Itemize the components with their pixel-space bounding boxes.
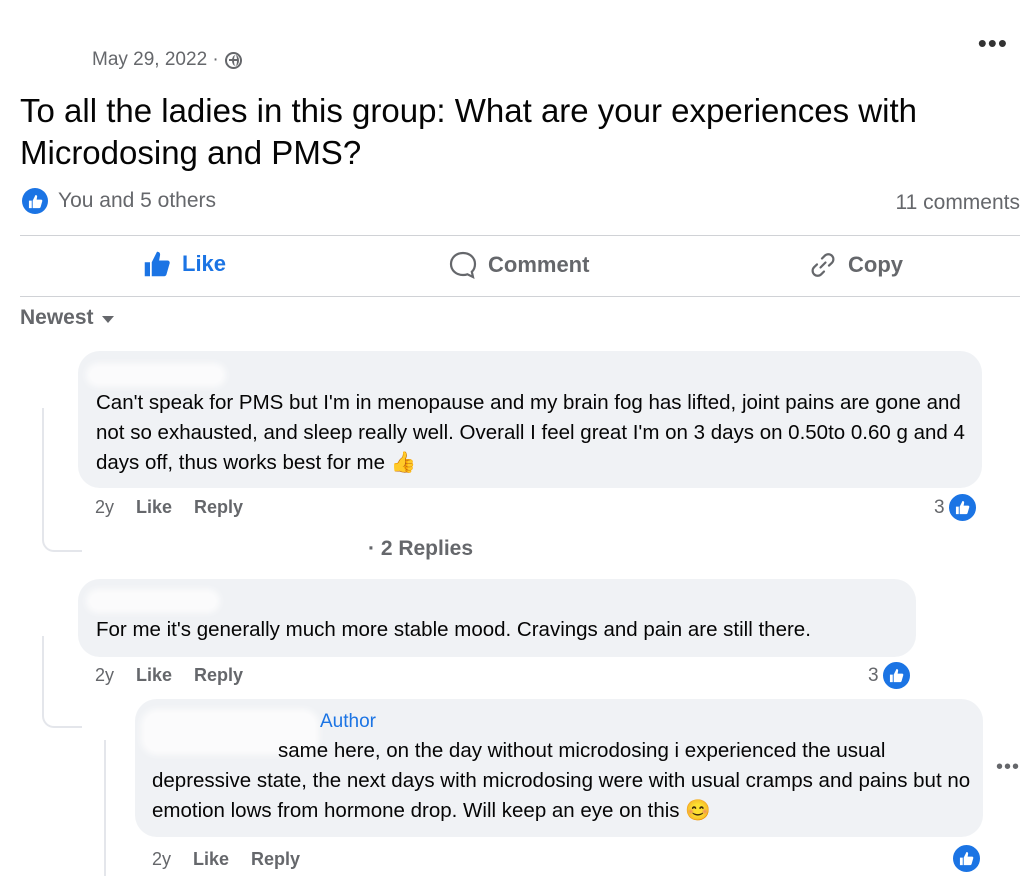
- comment-button-label: Comment: [488, 252, 590, 277]
- comment-actions: 2y Like Reply: [152, 849, 300, 870]
- copy-button-label: Copy: [848, 252, 903, 277]
- comment-time[interactable]: 2y: [95, 665, 114, 686]
- caret-down-icon: [101, 316, 114, 323]
- view-replies-link[interactable]: · 2 Replies: [368, 537, 473, 561]
- like-button[interactable]: Like: [142, 250, 226, 278]
- copy-link-button[interactable]: Copy: [808, 250, 903, 280]
- comment-text: For me it's generally much more stable m…: [96, 618, 811, 641]
- divider: [20, 296, 1020, 297]
- comment-bubble: For me it's generally much more stable m…: [78, 579, 916, 657]
- comment-reaction-count[interactable]: 3: [868, 660, 912, 691]
- sort-label: Newest: [20, 306, 94, 329]
- reaction-count-number: 3: [868, 664, 879, 686]
- sort-dropdown[interactable]: Newest: [20, 306, 114, 330]
- comment-actions: 2y Like Reply: [95, 497, 243, 518]
- thumbs-up-icon: [144, 251, 170, 277]
- like-reaction-icon: [946, 492, 978, 523]
- reactions-summary[interactable]: You and 5 others: [22, 188, 216, 214]
- comment-reply-button[interactable]: Reply: [194, 665, 243, 686]
- reaction-count-number: 3: [934, 496, 945, 518]
- more-options-icon[interactable]: •••: [978, 28, 1008, 59]
- post-meta: May 29, 2022 ·: [92, 49, 242, 71]
- comment-like-button[interactable]: Like: [136, 665, 172, 686]
- like-reaction-icon: [951, 843, 982, 874]
- divider: [20, 235, 1020, 236]
- author-badge: Author: [320, 711, 376, 732]
- thread-line: [42, 636, 82, 728]
- link-icon: [811, 253, 835, 277]
- redacted-name: [90, 593, 216, 609]
- globe-icon: [224, 51, 242, 69]
- post-title: To all the ladies in this group: What ar…: [20, 92, 917, 171]
- reactions-text: You and 5 others: [58, 189, 217, 212]
- comment-button[interactable]: Comment: [448, 250, 589, 280]
- comment-reaction-count[interactable]: 3: [934, 492, 978, 523]
- like-button-label: Like: [182, 251, 227, 276]
- comment-time[interactable]: 2y: [152, 849, 171, 870]
- like-reaction-icon: [880, 660, 912, 691]
- comment-reply-button[interactable]: Reply: [251, 849, 300, 870]
- comment-like-button[interactable]: Like: [136, 497, 172, 518]
- comment-bubble-icon: [449, 251, 477, 279]
- comment-options-icon[interactable]: •••: [996, 756, 1020, 779]
- comment-text: Can't speak for PMS but I'm in menopause…: [96, 391, 965, 474]
- comments-count[interactable]: 11 comments: [896, 191, 1020, 215]
- comment-time[interactable]: 2y: [95, 497, 114, 518]
- thread-line: [42, 408, 82, 552]
- comment-text: same here, on the day without microdosin…: [152, 739, 971, 822]
- thread-line: [104, 740, 106, 876]
- like-reaction-icon: [22, 188, 48, 214]
- comment-bubble: Can't speak for PMS but I'm in menopause…: [78, 351, 982, 488]
- comment-like-button[interactable]: Like: [193, 849, 229, 870]
- reply-bubble: Author same here, on the day without mic…: [135, 699, 983, 837]
- redacted-name: [90, 367, 222, 383]
- comment-reply-button[interactable]: Reply: [194, 497, 243, 518]
- post-date[interactable]: May 29, 2022 ·: [92, 49, 219, 71]
- comment-reaction-count[interactable]: [951, 843, 982, 874]
- comment-actions: 2y Like Reply: [95, 665, 243, 686]
